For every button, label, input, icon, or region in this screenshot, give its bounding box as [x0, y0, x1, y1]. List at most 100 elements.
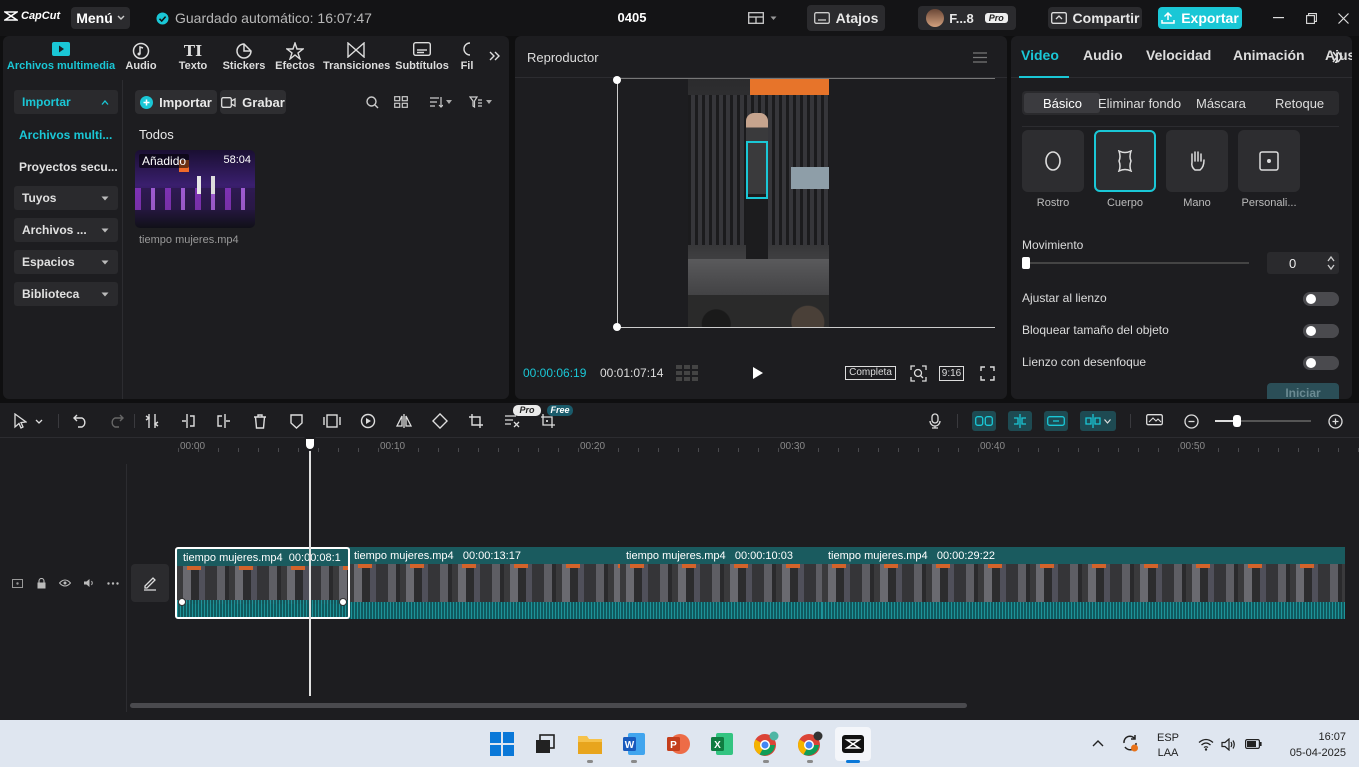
hand-effect-card[interactable] [1166, 130, 1228, 192]
sidebar-item-spaces[interactable]: Espacios [14, 250, 118, 274]
timeline-clip-3[interactable]: tiempo mujeres.mp4 00:00:10:03 [620, 547, 823, 619]
canvas-handle[interactable] [613, 323, 621, 331]
canvas-handle[interactable] [613, 76, 621, 84]
minimize-icon[interactable] [1268, 10, 1288, 26]
blur-canvas-toggle[interactable] [1303, 356, 1339, 370]
zoom-in-icon[interactable] [1325, 411, 1345, 431]
tab-audio-props[interactable]: Audio [1083, 47, 1123, 63]
select-tool-icon[interactable] [8, 411, 48, 431]
clock[interactable]: 16:07 05-04-2025 [1276, 729, 1346, 761]
keyboard-language[interactable]: ESP LAA [1154, 731, 1182, 761]
split-left-icon[interactable] [178, 411, 198, 431]
custom-effect-card[interactable] [1238, 130, 1300, 192]
search-icon[interactable] [363, 94, 381, 110]
split-right-icon[interactable] [214, 411, 234, 431]
movement-slider-thumb[interactable] [1022, 257, 1030, 269]
sidebar-item-library[interactable]: Biblioteca [14, 282, 118, 306]
movement-value-input[interactable]: 0 [1267, 252, 1339, 274]
shortcuts-button[interactable]: Atajos [807, 5, 885, 31]
start-button[interactable] [484, 727, 520, 761]
sidebar-item-yours[interactable]: Tuyos [14, 186, 118, 210]
playhead-line[interactable] [309, 446, 311, 696]
mirror-icon[interactable] [394, 411, 414, 431]
lock-size-toggle[interactable] [1303, 324, 1339, 338]
zoom-slider-thumb[interactable] [1233, 415, 1241, 427]
user-account-button[interactable]: F...8 Pro [918, 6, 1016, 30]
word-button[interactable]: W [616, 727, 652, 761]
tab-stickers[interactable]: Stickers [221, 38, 267, 76]
tab-speed[interactable]: Velocidad [1146, 47, 1211, 63]
maximize-icon[interactable] [1301, 10, 1321, 26]
tab-remove-background[interactable]: Eliminar fondo [1098, 96, 1181, 111]
chevron-up-icon[interactable] [1089, 735, 1107, 751]
redo-icon[interactable] [106, 411, 126, 431]
volume-icon[interactable] [81, 577, 97, 589]
aspect-ratio-selector[interactable]: 9:16 [939, 366, 964, 381]
more-tabs-icon[interactable] [487, 48, 503, 64]
undo-icon[interactable] [70, 411, 90, 431]
zoom-fit-icon[interactable] [908, 364, 928, 382]
marker-icon[interactable] [286, 411, 306, 431]
menu-button[interactable]: Menú [71, 7, 130, 29]
powerpoint-button[interactable]: P [660, 727, 696, 761]
excel-button[interactable]: X [704, 727, 740, 761]
sort-icon[interactable] [426, 94, 454, 110]
delete-icon[interactable] [250, 411, 270, 431]
chrome-profile-1-button[interactable] [748, 727, 784, 761]
import-button[interactable]: Importar [135, 90, 217, 114]
tab-mask[interactable]: Máscara [1196, 96, 1246, 111]
visibility-eye-icon[interactable] [57, 577, 73, 589]
sync-icon[interactable] [1119, 733, 1141, 753]
clip-trim-handle-right[interactable] [339, 598, 347, 606]
more-options-icon[interactable] [105, 577, 121, 589]
split-icon[interactable] [142, 411, 162, 431]
tab-audio[interactable]: Audio [121, 38, 161, 76]
export-button[interactable]: Exportar [1158, 7, 1242, 29]
movement-slider-track[interactable] [1022, 262, 1249, 264]
file-explorer-button[interactable] [572, 727, 608, 761]
tab-filters[interactable]: Fil [457, 38, 477, 76]
quality-selector[interactable]: Completa [845, 366, 896, 380]
link-clips-icon[interactable] [1044, 411, 1068, 431]
preview-axis-icon[interactable] [1080, 411, 1116, 431]
tab-basic[interactable]: Básico [1043, 96, 1082, 111]
media-thumbnail[interactable]: Añadido 58:04 [135, 150, 255, 228]
filter-icon[interactable] [465, 94, 495, 110]
timeline-clip-1-selected[interactable]: tiempo mujeres.mp4 00:00:08:1 [175, 547, 350, 619]
freeze-frame-icon[interactable] [322, 411, 342, 431]
lock-icon[interactable] [34, 577, 48, 589]
tab-retouch[interactable]: Retoque [1275, 96, 1324, 111]
sidebar-item-import[interactable]: Importar [14, 90, 118, 114]
tab-text[interactable]: TI Texto [173, 38, 213, 76]
timeline-clip-4[interactable]: tiempo mujeres.mp4 00:00:29:22 [822, 547, 1345, 619]
play-icon[interactable] [749, 364, 767, 382]
rotate-icon[interactable] [430, 411, 450, 431]
thumbnail-view-icon[interactable] [1144, 411, 1164, 431]
zoom-out-icon[interactable] [1181, 411, 1201, 431]
video-preview[interactable] [688, 79, 829, 327]
chrome-profile-2-button[interactable] [792, 727, 828, 761]
tab-animation[interactable]: Animación [1233, 47, 1305, 63]
close-icon[interactable] [1333, 10, 1353, 26]
tab-transitions[interactable]: Transiciones [323, 38, 390, 76]
layout-icon[interactable] [744, 9, 780, 27]
microphone-icon[interactable] [925, 411, 945, 431]
hamburger-menu-icon[interactable] [971, 50, 989, 64]
timeline-clip-2[interactable]: tiempo mujeres.mp4 00:00:13:17 [348, 547, 622, 619]
wifi-icon[interactable] [1196, 735, 1216, 753]
tab-video[interactable]: Video [1021, 47, 1059, 63]
clip-trim-handle-left[interactable] [178, 598, 186, 606]
crop-icon[interactable] [466, 411, 486, 431]
tab-effects[interactable]: Efectos [273, 38, 317, 76]
tab-media[interactable]: Archivos multimedia [5, 38, 117, 76]
face-effect-card[interactable] [1022, 130, 1084, 192]
main-track-magnet-icon[interactable] [972, 411, 996, 431]
task-view-button[interactable] [527, 727, 563, 761]
sidebar-item-secondary-projects[interactable]: Proyectos secu... [19, 160, 118, 174]
more-tabs-icon[interactable] [1328, 49, 1348, 65]
timeline-horizontal-scrollbar[interactable] [130, 703, 967, 708]
sidebar-item-media-files[interactable]: Archivos multi... [19, 128, 112, 142]
fit-canvas-toggle[interactable] [1303, 292, 1339, 306]
speaker-icon[interactable] [1219, 735, 1239, 753]
track-video-toggle-icon[interactable] [10, 577, 24, 589]
